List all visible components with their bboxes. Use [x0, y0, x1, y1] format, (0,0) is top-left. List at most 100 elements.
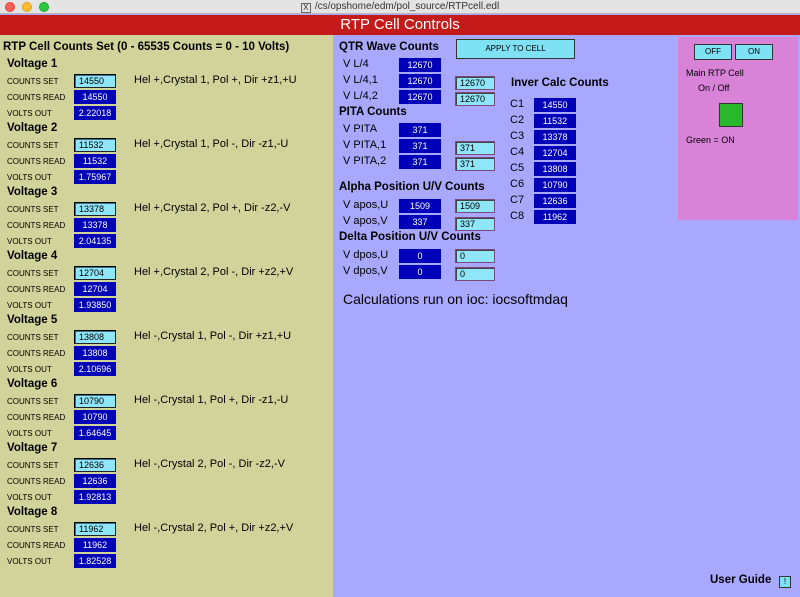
voltage-description: Hel +,Crystal 2, Pol -, Dir +z2,+V: [134, 266, 294, 278]
volts-out-value: 1.64645: [74, 426, 116, 440]
inver-title: Inver Calc Counts: [511, 77, 609, 89]
pita-row-readback: 371: [399, 123, 441, 137]
volts-out-label: VOLTS OUT: [7, 557, 52, 566]
counts-set-label: COUNTS SET: [7, 205, 59, 214]
qtr-title: QTR Wave Counts: [339, 41, 439, 53]
counts-set-title: RTP Cell Counts Set (0 - 65535 Counts = …: [3, 41, 290, 53]
volts-out-value: 2.10696: [74, 362, 116, 376]
counts-set-input[interactable]: 13378: [74, 202, 116, 216]
inver-row-value: 13808: [534, 162, 576, 176]
volts-out-label: VOLTS OUT: [7, 237, 52, 246]
apply-to-cell-button[interactable]: APPLY TO CELL: [456, 39, 575, 59]
voltage-heading: Voltage 2: [7, 122, 58, 134]
qtr-row-readback: 12670: [399, 74, 441, 88]
user-guide-button[interactable]: !: [779, 576, 791, 588]
inver-row-label: C5: [510, 162, 525, 174]
inver-row-label: C8: [510, 210, 525, 222]
main-cell-title: Main RTP Cell: [686, 68, 744, 78]
voltage-description: Hel +,Crystal 1, Pol -, Dir -z1,-U: [134, 138, 289, 150]
qtr-row-input[interactable]: 12670: [455, 76, 495, 90]
alpha-row-label: V apos,V: [343, 215, 388, 227]
counts-read-value: 14550: [74, 90, 116, 104]
delta-row-label: V dpos,U: [343, 249, 389, 261]
volts-out-value: 1.75967: [74, 170, 116, 184]
qtr-row-readback: 12670: [399, 90, 441, 104]
pita-title: PITA Counts: [339, 106, 407, 118]
inver-row-value: 11532: [534, 114, 576, 128]
counts-set-panel: RTP Cell Counts Set (0 - 65535 Counts = …: [0, 35, 333, 597]
qtr-row-label: V L/4,2: [343, 90, 378, 102]
pita-row-input[interactable]: 371: [455, 141, 495, 155]
voltage-description: Hel -,Crystal 2, Pol -, Dir -z2,-V: [134, 458, 285, 470]
volts-out-value: 1.93850: [74, 298, 116, 312]
pita-row-input[interactable]: 371: [455, 157, 495, 171]
voltage-heading: Voltage 3: [7, 186, 58, 198]
voltage-description: Hel +,Crystal 1, Pol +, Dir +z1,+U: [134, 74, 297, 86]
window-title-text: /cs/opshome/edm/pol_source/RTPcell.edl: [314, 1, 500, 12]
inver-row-label: C7: [510, 194, 525, 206]
main-cell-subtitle: On / Off: [698, 83, 730, 93]
counts-set-input[interactable]: 14550: [74, 74, 116, 88]
window-titlebar: X/cs/opshome/edm/pol_source/RTPcell.edl: [0, 0, 800, 14]
inver-row-value: 11962: [534, 210, 576, 224]
alpha-row-input[interactable]: 337: [455, 217, 495, 231]
voltage-heading: Voltage 7: [7, 442, 58, 454]
voltage-heading: Voltage 8: [7, 506, 58, 518]
inver-row-label: C4: [510, 146, 525, 158]
volts-out-value: 2.22018: [74, 106, 116, 120]
voltage-description: Hel -,Crystal 1, Pol +, Dir -z1,-U: [134, 394, 289, 406]
window-title: X/cs/opshome/edm/pol_source/RTPcell.edl: [0, 1, 800, 13]
pita-row-label: V PITA,2: [343, 155, 387, 167]
delta-row-input[interactable]: 0: [455, 267, 495, 281]
off-button[interactable]: OFF: [694, 44, 732, 60]
delta-row-label: V dpos,V: [343, 265, 388, 277]
volts-out-label: VOLTS OUT: [7, 301, 52, 310]
pita-row-readback: 371: [399, 155, 441, 169]
alpha-row-label: V apos,U: [343, 199, 389, 211]
volts-out-label: VOLTS OUT: [7, 109, 52, 118]
counts-set-label: COUNTS SET: [7, 333, 59, 342]
counts-read-value: 12704: [74, 282, 116, 296]
pita-row-label: V PITA,1: [343, 139, 387, 151]
inver-row-label: C2: [510, 114, 525, 126]
volts-out-label: VOLTS OUT: [7, 365, 52, 374]
delta-row-readback: 0: [399, 265, 441, 279]
delta-row-input[interactable]: 0: [455, 249, 495, 263]
qtr-row-input[interactable]: 12670: [455, 92, 495, 106]
counts-set-input[interactable]: 10790: [74, 394, 116, 408]
counts-read-value: 13378: [74, 218, 116, 232]
volts-out-label: VOLTS OUT: [7, 493, 52, 502]
inver-row-value: 12704: [534, 146, 576, 160]
qtr-row-readback: 12670: [399, 58, 441, 72]
counts-set-input[interactable]: 13808: [74, 330, 116, 344]
counts-set-label: COUNTS SET: [7, 525, 59, 534]
counts-set-input[interactable]: 12636: [74, 458, 116, 472]
delta-row-readback: 0: [399, 249, 441, 263]
counts-set-input[interactable]: 11532: [74, 138, 116, 152]
counts-read-label: COUNTS READ: [7, 541, 66, 550]
voltage-heading: Voltage 6: [7, 378, 58, 390]
qtr-row-label: V L/4,1: [343, 74, 378, 86]
voltage-description: Hel -,Crystal 2, Pol +, Dir +z2,+V: [134, 522, 294, 534]
x11-icon: X: [300, 3, 311, 13]
counts-read-value: 12636: [74, 474, 116, 488]
inver-row-value: 12636: [534, 194, 576, 208]
counts-set-input[interactable]: 11962: [74, 522, 116, 536]
inver-row-value: 14550: [534, 98, 576, 112]
counts-set-label: COUNTS SET: [7, 77, 59, 86]
alpha-row-input[interactable]: 1509: [455, 199, 495, 213]
status-legend: Green = ON: [686, 135, 735, 145]
inver-row-label: C6: [510, 178, 525, 190]
counts-read-label: COUNTS READ: [7, 93, 66, 102]
voltage-description: Hel +,Crystal 2, Pol +, Dir -z2,-V: [134, 202, 291, 214]
volts-out-value: 2.04135: [74, 234, 116, 248]
counts-set-input[interactable]: 12704: [74, 266, 116, 280]
counts-read-label: COUNTS READ: [7, 285, 66, 294]
counts-read-label: COUNTS READ: [7, 349, 66, 358]
volts-out-value: 1.92813: [74, 490, 116, 504]
pita-row-label: V PITA: [343, 123, 378, 135]
alpha-title: Alpha Position U/V Counts: [339, 181, 485, 193]
counts-read-value: 10790: [74, 410, 116, 424]
on-button[interactable]: ON: [735, 44, 773, 60]
counts-set-label: COUNTS SET: [7, 397, 59, 406]
